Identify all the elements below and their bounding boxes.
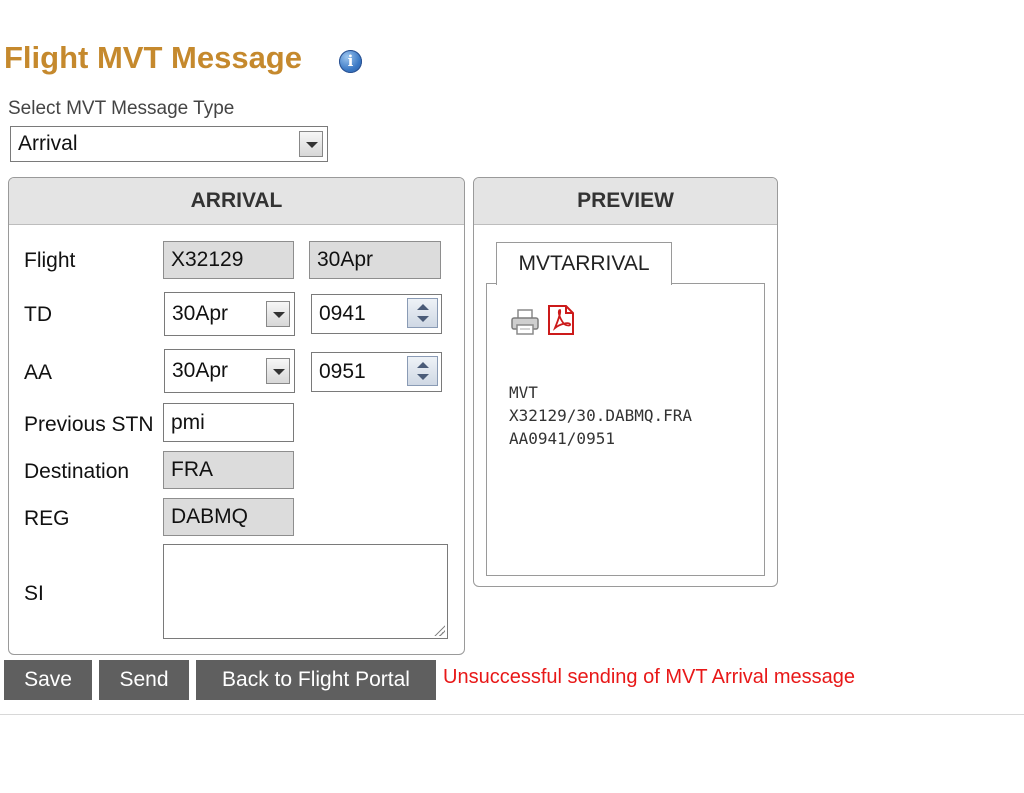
message-type-value: Arrival (18, 132, 78, 155)
arrival-panel-header: ARRIVAL (9, 178, 464, 225)
destination-label: Destination (24, 460, 130, 483)
print-icon[interactable] (509, 306, 541, 338)
flight-number-field: X32129 (163, 241, 294, 279)
preview-line: AA0941/0951 (509, 429, 615, 448)
si-textarea[interactable] (163, 544, 448, 639)
aa-time-value: 0951 (319, 360, 366, 383)
td-label: TD (24, 303, 52, 326)
aa-date-select[interactable]: 30Apr (164, 349, 295, 393)
destination-field: FRA (163, 451, 294, 489)
footer-divider (0, 714, 1024, 715)
info-icon[interactable]: i (339, 50, 362, 73)
stepper-arrows-icon[interactable] (407, 298, 438, 328)
message-type-label: Select MVT Message Type (8, 98, 235, 119)
td-time-value: 0941 (319, 302, 366, 325)
reg-field: DABMQ (163, 498, 294, 536)
chevron-down-icon[interactable] (266, 301, 290, 327)
preview-line: X32129/30.DABMQ.FRA (509, 406, 693, 425)
flight-label: Flight (24, 249, 76, 272)
pdf-icon[interactable] (546, 304, 576, 336)
td-time-stepper[interactable]: 0941 (311, 294, 442, 334)
previous-stn-input[interactable]: pmi (163, 403, 294, 442)
send-button[interactable]: Send (99, 660, 189, 700)
td-date-value: 30Apr (172, 302, 229, 325)
save-button[interactable]: Save (4, 660, 92, 700)
aa-time-stepper[interactable]: 0951 (311, 352, 442, 392)
chevron-down-icon[interactable] (299, 131, 323, 157)
preview-panel-header: PREVIEW (474, 178, 777, 225)
preview-line: MVT (509, 383, 538, 402)
aa-date-value: 30Apr (172, 359, 229, 382)
stepper-arrows-icon[interactable] (407, 356, 438, 386)
preview-message: MVT X32129/30.DABMQ.FRA AA0941/0951 (509, 381, 692, 450)
si-label: SI (24, 582, 44, 605)
back-to-flight-portal-button[interactable]: Back to Flight Portal (196, 660, 436, 700)
tab-mvtarrival[interactable]: MVTARRIVAL (496, 242, 672, 285)
previous-stn-label: Previous STN (24, 413, 154, 436)
td-date-select[interactable]: 30Apr (164, 292, 295, 336)
flight-date-field: 30Apr (309, 241, 441, 279)
page-title: Flight MVT Message (4, 40, 302, 75)
message-type-select[interactable]: Arrival (10, 126, 328, 162)
status-error-message: Unsuccessful sending of MVT Arrival mess… (443, 666, 856, 688)
resize-grip-icon[interactable] (433, 624, 445, 636)
chevron-down-icon[interactable] (266, 358, 290, 384)
aa-label: AA (24, 361, 53, 384)
reg-label: REG (24, 507, 70, 530)
